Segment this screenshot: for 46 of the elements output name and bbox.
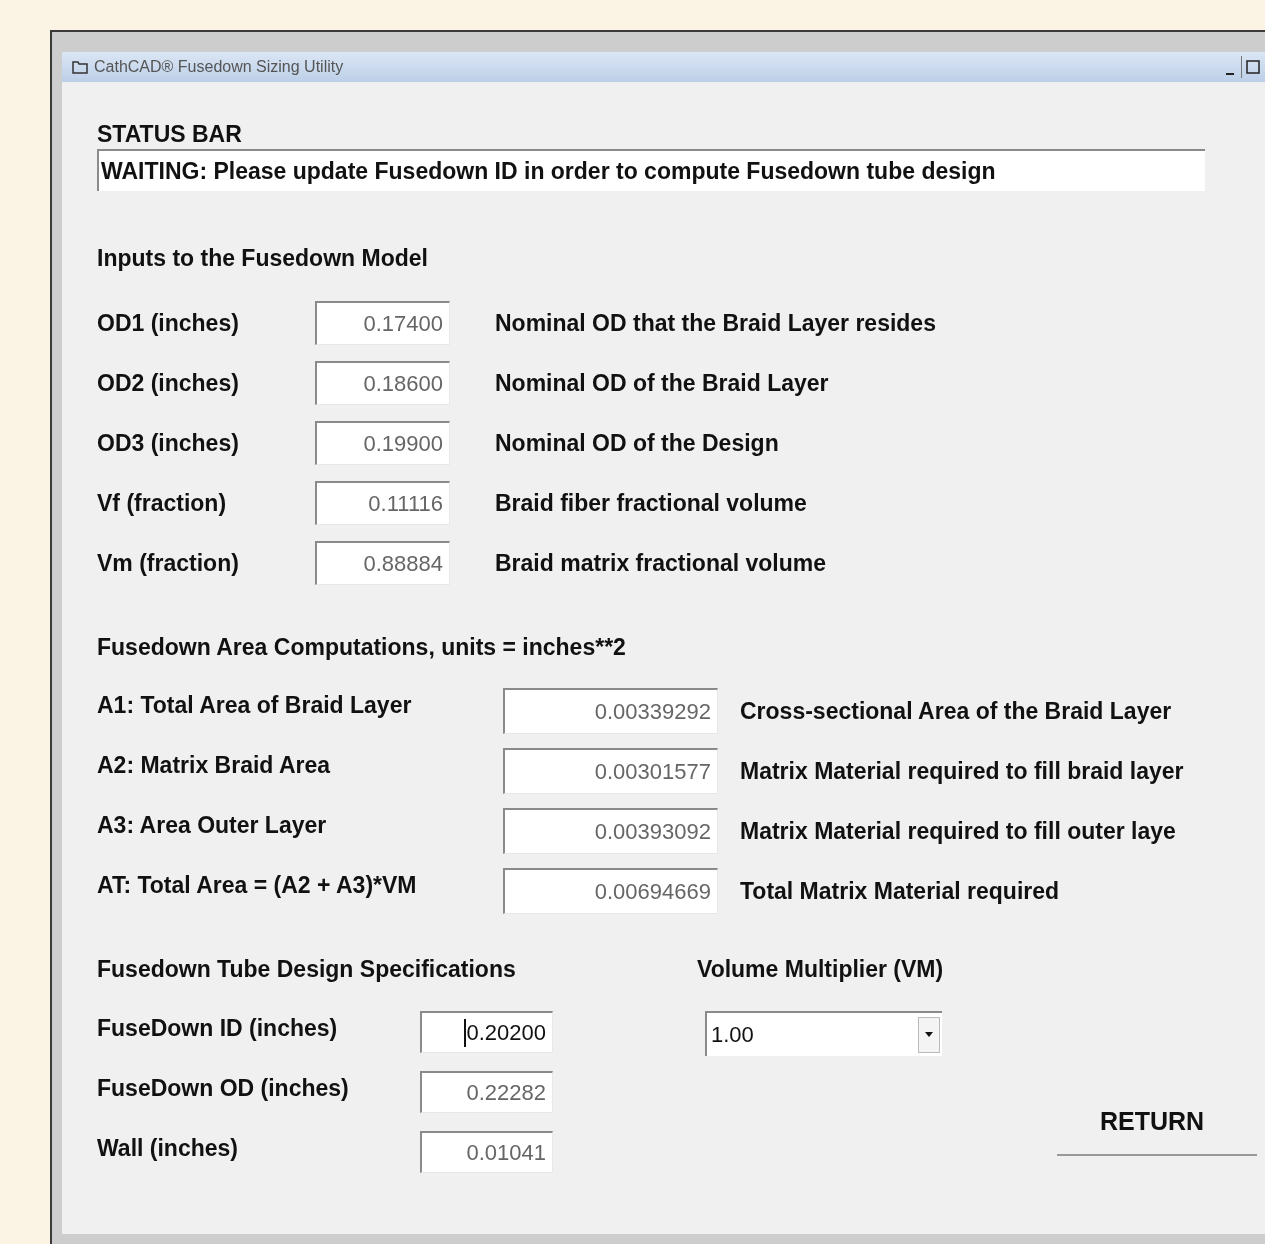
field-label: OD3 (inches) bbox=[97, 428, 240, 458]
text-field[interactable]: 0.00339292 bbox=[503, 688, 718, 734]
window-icon bbox=[72, 60, 88, 74]
field-description: Braid fiber fractional volume bbox=[495, 488, 807, 518]
field-description: Braid matrix fractional volume bbox=[495, 548, 827, 578]
field-label: A1: Total Area of Braid Layer bbox=[97, 691, 413, 720]
maximize-button[interactable] bbox=[1241, 56, 1263, 78]
text-field[interactable]: 0.88884 bbox=[315, 541, 450, 585]
field-label: STATUS BAR bbox=[97, 120, 243, 148]
text-field[interactable]: 0.11116 bbox=[315, 481, 450, 525]
text-field[interactable]: 0.00301577 bbox=[503, 748, 718, 794]
field-label: A2: Matrix Braid Area bbox=[97, 751, 332, 780]
field-label: FuseDown OD (inches) bbox=[97, 1074, 350, 1103]
dropdown-arrow-icon bbox=[925, 1032, 933, 1037]
field-label: Volume Multiplier (VM) bbox=[697, 955, 944, 983]
field-description: Matrix Material required to fill outer laye bbox=[740, 816, 1176, 846]
section-heading: Fusedown Tube Design Specifications bbox=[97, 955, 516, 983]
field-label: OD2 (inches) bbox=[97, 368, 240, 398]
section-heading: Inputs to the Fusedown Model bbox=[97, 244, 429, 272]
field-description: Cross-sectional Area of the Braid Layer bbox=[740, 696, 1172, 726]
field-label: A3: Area Outer Layer bbox=[97, 811, 328, 840]
field-label: Vf (fraction) bbox=[97, 488, 228, 518]
text-field[interactable]: 0.18600 bbox=[315, 361, 450, 405]
dropdown[interactable]: 1.00 bbox=[705, 1011, 942, 1056]
text-field[interactable]: 0.17400 bbox=[315, 301, 450, 345]
text-field[interactable]: 0.01041 bbox=[420, 1131, 553, 1173]
text-field[interactable]: 0.00694669 bbox=[503, 868, 718, 914]
text-field[interactable]: 0.22282 bbox=[420, 1071, 553, 1113]
text-field[interactable]: 0.20200 bbox=[420, 1011, 553, 1053]
window-title: CathCAD® Fusedown Sizing Utility bbox=[94, 57, 345, 77]
text-field[interactable]: 0.00393092 bbox=[503, 808, 718, 854]
field-label: Vm (fraction) bbox=[97, 548, 240, 578]
field-description: Total Matrix Material required bbox=[740, 876, 1060, 906]
field-label: Wall (inches) bbox=[97, 1134, 239, 1163]
field-label: OD1 (inches) bbox=[97, 308, 240, 338]
field-label: FuseDown ID (inches) bbox=[97, 1014, 339, 1043]
field-description: Nominal OD of the Braid Layer bbox=[495, 368, 829, 398]
field-description: Matrix Material required to fill braid layer bbox=[740, 756, 1184, 786]
field-description: Nominal OD of the Design bbox=[495, 428, 779, 458]
status-field: WAITING: Please update Fusedown ID in order to compute Fusedown tube design bbox=[97, 149, 1205, 191]
text-field[interactable]: 0.19900 bbox=[315, 421, 450, 465]
field-label: AT: Total Area = (A2 + A3)*VM bbox=[97, 871, 418, 900]
section-heading: Fusedown Area Computations, units = inches**2 bbox=[97, 633, 627, 661]
minimize-icon bbox=[1226, 73, 1234, 75]
maximize-icon bbox=[1245, 60, 1260, 74]
field-description: Nominal OD that the Braid Layer resides bbox=[495, 308, 936, 338]
